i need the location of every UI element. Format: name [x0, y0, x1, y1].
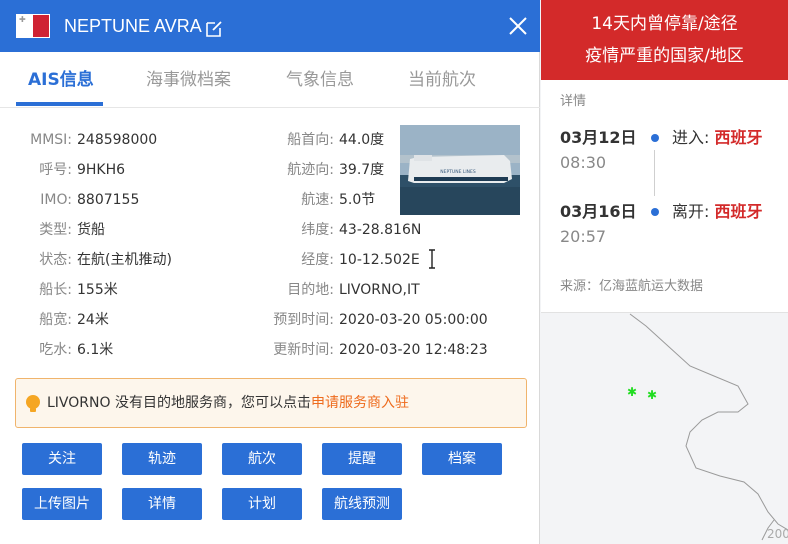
event-text-2: 离开: 西班牙	[672, 201, 763, 223]
speed-label: 航速:	[301, 192, 334, 208]
destination-label: 目的地:	[287, 282, 334, 298]
map-corner-label: 200	[767, 527, 788, 541]
ship-photo-lettering: NEPTUNE LINES	[440, 169, 476, 175]
timeline-dot-icon	[651, 208, 659, 216]
draught-label: 吃水:	[39, 342, 72, 358]
timeline-dot-icon	[651, 134, 659, 142]
event-action-1: 进入:	[672, 128, 710, 147]
active-tab-indicator	[16, 102, 103, 106]
svg-text:✱: ✱	[647, 388, 657, 402]
beam-label: 船宽:	[39, 312, 72, 328]
tab-maritime-archive[interactable]: 海事微档案	[146, 68, 231, 92]
length-label: 船长:	[39, 282, 72, 298]
callsign-value: 9HKH6	[77, 162, 126, 178]
updated-label: 更新时间:	[273, 342, 334, 358]
notice-text: LIVORNO 没有目的地服务商，您可以点击申请服务商入驻	[47, 393, 409, 413]
ship-photo[interactable]: NEPTUNE LINES	[400, 125, 520, 215]
data-source: 来源：亿海蓝航运大数据	[560, 279, 704, 294]
tab-weather-info[interactable]: 气象信息	[286, 68, 354, 92]
details-button[interactable]: 详情	[122, 488, 202, 520]
destination-value: LIVORNO,IT	[339, 282, 420, 298]
course-label: 航迹向:	[287, 162, 334, 178]
latitude-label: 纬度:	[301, 222, 334, 238]
epidemic-title-line2: 疫情严重的国家/地区	[585, 46, 744, 66]
callsign-label: 呼号:	[39, 162, 72, 178]
service-provider-notice: LIVORNO 没有目的地服务商，您可以点击申请服务商入驻	[15, 378, 527, 428]
imo-value: 8807155	[77, 192, 140, 208]
heading-label: 船首向:	[287, 132, 334, 148]
event-time-2: 20:57	[560, 227, 607, 246]
draught-value: 6.1米	[77, 342, 114, 358]
edit-icon[interactable]	[204, 19, 224, 39]
upload-photo-button[interactable]: 上传图片	[22, 488, 102, 520]
length-value: 155米	[77, 282, 118, 298]
longitude-value: 10-12.502E	[339, 252, 420, 268]
event-action-2: 离开:	[672, 202, 710, 221]
lightbulb-icon	[26, 395, 40, 412]
eta-label: 预到时间:	[273, 312, 334, 328]
epidemic-title-line1: 14天内曾停靠/途径	[591, 14, 738, 34]
notice-message: LIVORNO 没有目的地服务商，您可以点击	[47, 395, 311, 411]
event-date-2: 03月16日	[560, 202, 637, 221]
updated-value: 2020-03-20 12:48:23	[339, 342, 488, 358]
speed-value: 5.0节	[339, 192, 376, 208]
track-button[interactable]: 轨迹	[122, 443, 202, 475]
voyage-button[interactable]: 航次	[222, 443, 302, 475]
epidemic-details-label: 详情	[560, 94, 587, 109]
alert-button[interactable]: 提醒	[322, 443, 402, 475]
tab-bar: AIS信息 海事微档案 气象信息 当前航次	[0, 52, 540, 108]
event-text-1: 进入: 西班牙	[672, 127, 763, 149]
ship-name: NEPTUNE AVRA	[64, 16, 202, 36]
text-cursor-icon	[429, 249, 435, 269]
event-country-1: 西班牙	[714, 128, 763, 147]
apply-provider-link[interactable]: 申请服务商入驻	[311, 395, 409, 411]
mmsi-label: MMSI:	[30, 132, 72, 148]
event-time-1: 08:30	[560, 153, 607, 172]
tab-ais-info[interactable]: AIS信息	[28, 68, 94, 92]
status-label: 状态:	[39, 252, 72, 268]
beam-value: 24米	[77, 312, 109, 328]
close-icon[interactable]	[506, 14, 530, 38]
malta-flag-icon: ✚	[16, 14, 50, 38]
mmsi-value: 248598000	[77, 132, 158, 148]
svg-text:✱: ✱	[627, 385, 637, 399]
epidemic-header: 14天内曾停靠/途径 疫情严重的国家/地区	[541, 0, 788, 80]
follow-button[interactable]: 关注	[22, 443, 102, 475]
plan-button[interactable]: 计划	[222, 488, 302, 520]
status-value: 在航(主机推动)	[77, 252, 172, 268]
archive-button[interactable]: 档案	[422, 443, 502, 475]
event-date-1: 03月12日	[560, 128, 637, 147]
heading-value: 44.0度	[339, 132, 385, 148]
event-country-2: 西班牙	[714, 202, 763, 221]
timeline-connector	[654, 150, 655, 196]
imo-label: IMO:	[40, 192, 72, 208]
epidemic-port-call-panel: 14天内曾停靠/途径 疫情严重的国家/地区 详情 03月12日 08:30 进入…	[541, 0, 788, 313]
ship-info-panel: ✚ NEPTUNE AVRA AIS信息 海事微档案 气象信息 当前航次 MMS…	[0, 0, 540, 544]
type-label: 类型:	[39, 222, 72, 238]
route-forecast-button[interactable]: 航线预测	[322, 488, 402, 520]
eta-value: 2020-03-20 05:00:00	[339, 312, 488, 328]
type-value: 货船	[77, 222, 105, 238]
longitude-label: 经度:	[301, 252, 334, 268]
tab-current-voyage[interactable]: 当前航次	[408, 68, 476, 92]
latitude-value: 43-28.816N	[339, 222, 422, 238]
panel-header: ✚ NEPTUNE AVRA	[0, 0, 540, 52]
course-value: 39.7度	[339, 162, 385, 178]
